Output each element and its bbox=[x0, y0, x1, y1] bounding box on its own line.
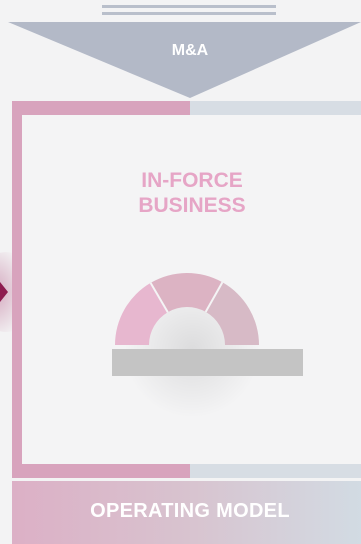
operating-model-label: OPERATING MODEL bbox=[90, 500, 290, 522]
stack-line-2 bbox=[102, 12, 276, 15]
top-stack-lines bbox=[102, 5, 276, 15]
in-force-label-line-2: BUSINESS bbox=[138, 194, 246, 217]
m-and-a-label: M&A bbox=[171, 42, 209, 59]
m-and-a-arrow bbox=[8, 22, 361, 98]
in-force-business-label: IN-FORCE BUSINESS bbox=[100, 168, 284, 218]
gauge-base-bar bbox=[112, 349, 303, 376]
stack-line-1 bbox=[102, 5, 276, 8]
diagram-canvas: M&A IN-FORCE BUSINESS OPERATING MODEL bbox=[0, 0, 361, 544]
diagram-graphic bbox=[0, 5, 361, 544]
in-force-label-line-1: IN-FORCE bbox=[141, 169, 243, 192]
